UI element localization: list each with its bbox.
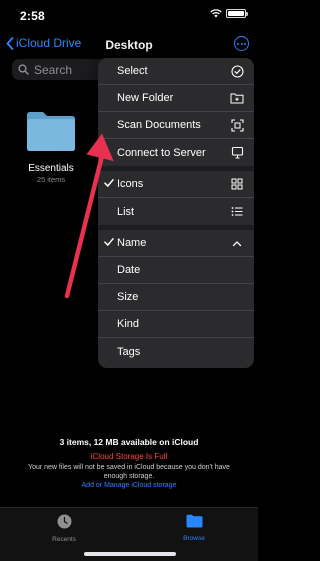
search-icon [18, 64, 29, 75]
menu-item-new-folder[interactable]: New Folder [98, 85, 254, 112]
nav-bar: iCloud Drive Desktop [0, 32, 258, 58]
storage-info: 3 items, 12 MB available on iCloud iClou… [0, 437, 258, 489]
status-time: 2:58 [20, 9, 45, 23]
menu-item-scan-documents[interactable]: Scan Documents [98, 112, 254, 139]
list-icon [230, 205, 244, 219]
menu-item-icons[interactable]: Icons [98, 171, 254, 198]
menu-item-label: Scan Documents [117, 119, 201, 131]
battery-icon [226, 9, 248, 18]
checkmark-icon [104, 237, 114, 250]
storage-detail: Your new files will not be saved in iClo… [28, 464, 230, 480]
storage-summary: 3 items, 12 MB available on iCloud [59, 437, 199, 447]
home-indicator [84, 552, 176, 556]
menu-item-label: Name [117, 237, 147, 249]
folder-item-count: 25 items [36, 175, 66, 184]
menu-item-label: Icons [117, 178, 144, 190]
checkmark-circle-icon [230, 64, 244, 78]
folder-item[interactable]: Essentials 25 items [20, 110, 82, 184]
tab-browse[interactable]: Browse [164, 514, 224, 542]
options-menu: Select New Folder Scan Documents Connect… [98, 58, 254, 368]
monitor-icon [230, 146, 244, 160]
more-dot [240, 42, 243, 45]
menu-item-label: Select [117, 65, 148, 77]
more-dot [237, 42, 239, 45]
search-placeholder: Search [34, 62, 73, 77]
folder-icon [186, 514, 202, 528]
menu-item-sort-size[interactable]: Size [98, 284, 254, 311]
storage-warning: iCloud Storage Is Full [90, 452, 168, 461]
tab-label: Browse [183, 535, 205, 542]
checkmark-icon [104, 178, 114, 191]
more-dot [244, 42, 246, 45]
menu-item-connect-to-server[interactable]: Connect to Server [98, 139, 254, 166]
more-options-button[interactable] [234, 36, 249, 51]
folder-icon [27, 112, 75, 151]
menu-item-select[interactable]: Select [98, 58, 254, 85]
menu-item-label: Date [117, 264, 141, 276]
menu-item-label: New Folder [117, 92, 174, 104]
wifi-icon [210, 9, 222, 18]
manage-storage-link[interactable]: Add or Manage iCloud storage [0, 482, 258, 489]
menu-item-label: Size [117, 291, 139, 303]
menu-item-list[interactable]: List [98, 198, 254, 225]
menu-item-label: List [117, 205, 135, 218]
menu-item-label: Kind [117, 318, 140, 330]
menu-item-sort-kind[interactable]: Kind [98, 311, 254, 338]
grid-icon [230, 177, 244, 191]
status-bar: 2:58 [0, 0, 258, 32]
search-input[interactable]: Search [12, 59, 112, 80]
menu-item-label: Connect to Server [117, 146, 206, 159]
chevron-up-icon [230, 236, 244, 250]
folder-plus-icon [230, 91, 244, 105]
battery-fill [228, 11, 244, 16]
menu-item-sort-name[interactable]: Name [98, 230, 254, 257]
menu-item-sort-tags[interactable]: Tags [98, 338, 254, 365]
folder-name: Essentials [28, 163, 74, 174]
clock-icon [57, 514, 71, 529]
menu-item-label: Tags [117, 345, 141, 358]
tab-bar: Recents Browse [0, 507, 258, 561]
page-title: Desktop [105, 38, 153, 52]
menu-item-sort-date[interactable]: Date [98, 257, 254, 284]
tab-recents[interactable]: Recents [34, 514, 94, 543]
status-icons [210, 9, 248, 18]
scan-document-icon [230, 118, 244, 132]
tab-label: Recents [52, 536, 76, 543]
